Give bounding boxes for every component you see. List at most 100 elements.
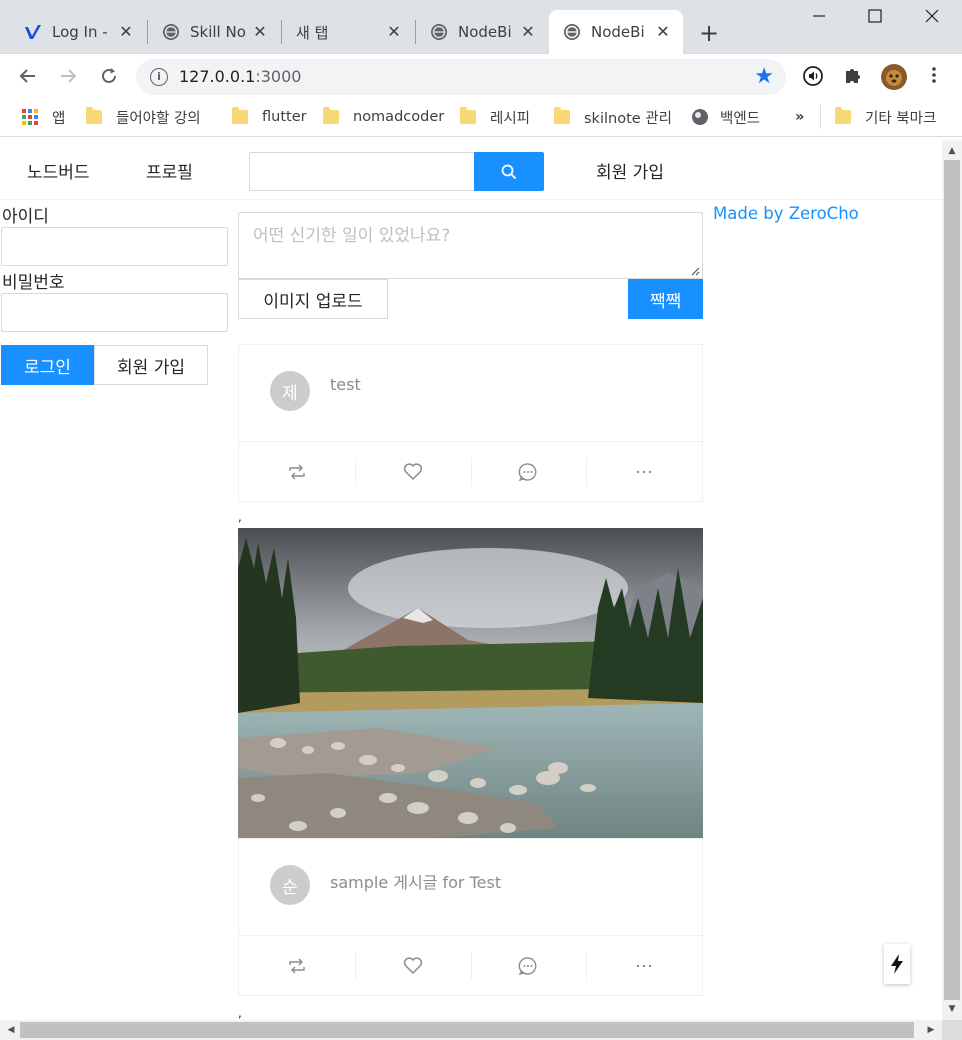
- address-bar[interactable]: i 127.0.0.1:3000 ★: [136, 59, 786, 95]
- scroll-down-icon[interactable]: ▼: [942, 1000, 962, 1018]
- bookmarks-bar: 앱 들어야할 강의 flutter nomadcoder 레시피 skilnot…: [0, 99, 962, 137]
- folder-icon: [232, 107, 248, 124]
- close-tab-icon[interactable]: ✕: [518, 22, 538, 42]
- avatar[interactable]: 제: [270, 371, 310, 411]
- audio-extension-icon[interactable]: [801, 65, 825, 89]
- like-button[interactable]: [354, 442, 471, 501]
- forward-arrow-icon[interactable]: [55, 63, 81, 89]
- heart-icon: [403, 462, 422, 480]
- tab-strip: Log In - ✕ Skill No ✕ 새 탭 ✕ NodeBir ✕ No…: [0, 0, 962, 54]
- browser-toolbar: i 127.0.0.1:3000 ★: [0, 55, 962, 99]
- lightning-icon: [891, 954, 903, 974]
- post-actions: [239, 441, 702, 501]
- post-card: 제 test: [238, 344, 703, 502]
- globe-icon: [563, 23, 581, 41]
- post-separator: ,: [238, 510, 242, 524]
- bookmark-apps[interactable]: 앱: [22, 107, 65, 127]
- bookmark-star-icon[interactable]: ★: [754, 64, 774, 89]
- close-tab-icon[interactable]: ✕: [384, 22, 404, 42]
- signup-button[interactable]: 회원 가입: [94, 345, 208, 385]
- post-textarea[interactable]: 어떤 신기한 일이 있었나요?: [238, 212, 703, 279]
- bookmark-folder[interactable]: nomadcoder: [323, 107, 444, 127]
- more-button[interactable]: [586, 442, 702, 501]
- puzzle-extension-icon[interactable]: [841, 65, 865, 89]
- vimeo-icon: [24, 23, 42, 41]
- back-arrow-icon[interactable]: [15, 63, 41, 89]
- like-button[interactable]: [354, 936, 471, 995]
- comment-button[interactable]: [470, 936, 587, 995]
- top-menu: 노드버드 프로필 회원 가입: [0, 140, 942, 200]
- bookmarks-overflow-button[interactable]: »: [795, 107, 804, 127]
- tab-nodebird-active[interactable]: NodeBir ✕: [549, 10, 683, 54]
- search-input[interactable]: [249, 152, 475, 191]
- menu-kebab-icon[interactable]: [922, 65, 946, 89]
- resize-grip-icon[interactable]: [691, 267, 700, 276]
- info-icon[interactable]: i: [150, 68, 168, 86]
- bookmark-backend[interactable]: 백엔드: [692, 107, 760, 127]
- bookmark-folder[interactable]: 레시피: [460, 107, 530, 127]
- password-input[interactable]: [1, 293, 228, 332]
- minimize-button[interactable]: [804, 8, 834, 32]
- close-window-button[interactable]: [917, 8, 947, 32]
- globe-icon: [162, 23, 180, 41]
- folder-icon: [86, 107, 102, 124]
- post-image[interactable]: [238, 528, 703, 838]
- menu-profile[interactable]: 프로필: [146, 158, 193, 183]
- tab-login[interactable]: Log In - ✕: [10, 10, 146, 54]
- globe-icon: [692, 109, 708, 125]
- made-by-link[interactable]: Made by ZeroCho: [713, 204, 859, 223]
- scroll-up-icon[interactable]: ▲: [942, 142, 962, 160]
- folder-icon: [835, 107, 851, 124]
- bookmarks-divider: [820, 105, 821, 129]
- reload-icon[interactable]: [96, 63, 122, 89]
- browser-chrome: Log In - ✕ Skill No ✕ 새 탭 ✕ NodeBir ✕ No…: [0, 0, 962, 140]
- close-tab-icon[interactable]: ✕: [116, 22, 136, 42]
- more-button[interactable]: [586, 936, 702, 995]
- lightning-button[interactable]: [884, 944, 910, 984]
- folder-icon: [460, 107, 476, 124]
- profile-avatar[interactable]: [880, 63, 908, 91]
- menu-home[interactable]: 노드버드: [27, 158, 90, 183]
- close-tab-icon[interactable]: ✕: [653, 22, 673, 42]
- page-viewport: 노드버드 프로필 회원 가입 아이디 비밀번호 로그인 회원 가입 어떤 신기한…: [0, 140, 942, 1020]
- heart-icon: [403, 956, 422, 974]
- search-button[interactable]: [474, 152, 544, 191]
- bookmark-folder[interactable]: skilnote 관리: [554, 107, 672, 127]
- scroll-left-icon[interactable]: ◀: [2, 1020, 20, 1040]
- scrollbar-corner: [942, 1020, 962, 1040]
- comment-button[interactable]: [470, 442, 587, 501]
- avatar[interactable]: 순: [270, 865, 310, 905]
- post-card: 순 sample 게시글 for Test: [238, 838, 703, 996]
- folder-icon: [323, 107, 339, 124]
- menu-signup[interactable]: 회원 가입: [596, 158, 664, 183]
- tab-skillnote[interactable]: Skill No ✕: [148, 10, 280, 54]
- ellipsis-icon: [636, 964, 652, 967]
- image-upload-button[interactable]: 이미지 업로드: [238, 279, 388, 319]
- search-icon: [501, 164, 517, 179]
- tab-nodebird-1[interactable]: NodeBir ✕: [416, 10, 548, 54]
- id-input[interactable]: [1, 227, 228, 266]
- vertical-scroll-thumb[interactable]: [944, 160, 960, 1000]
- horizontal-scroll-thumb[interactable]: [20, 1022, 914, 1038]
- id-label: 아이디: [2, 207, 49, 227]
- bookmark-folder[interactable]: 들어야할 강의: [86, 107, 201, 127]
- scroll-right-icon[interactable]: ▶: [922, 1020, 940, 1040]
- maximize-button[interactable]: [860, 8, 890, 32]
- bookmark-folder[interactable]: flutter: [232, 107, 307, 127]
- close-tab-icon[interactable]: ✕: [250, 22, 270, 42]
- retweet-button[interactable]: [239, 936, 355, 995]
- comment-icon: [519, 956, 537, 975]
- post-content: test: [330, 375, 361, 394]
- folder-icon: [554, 107, 570, 124]
- globe-icon: [430, 23, 448, 41]
- retweet-button[interactable]: [239, 442, 355, 501]
- tweet-submit-button[interactable]: 짹짹: [628, 279, 703, 319]
- vertical-scrollbar[interactable]: ▲ ▼: [942, 140, 962, 1020]
- bookmark-other[interactable]: 기타 북마크: [835, 107, 936, 127]
- horizontal-scrollbar[interactable]: ◀ ▶: [0, 1020, 942, 1040]
- retweet-icon: [289, 464, 305, 479]
- tab-new[interactable]: 새 탭 ✕: [282, 10, 414, 54]
- new-tab-button[interactable]: +: [696, 20, 722, 46]
- login-button[interactable]: 로그인: [1, 345, 94, 385]
- comment-icon: [519, 462, 537, 481]
